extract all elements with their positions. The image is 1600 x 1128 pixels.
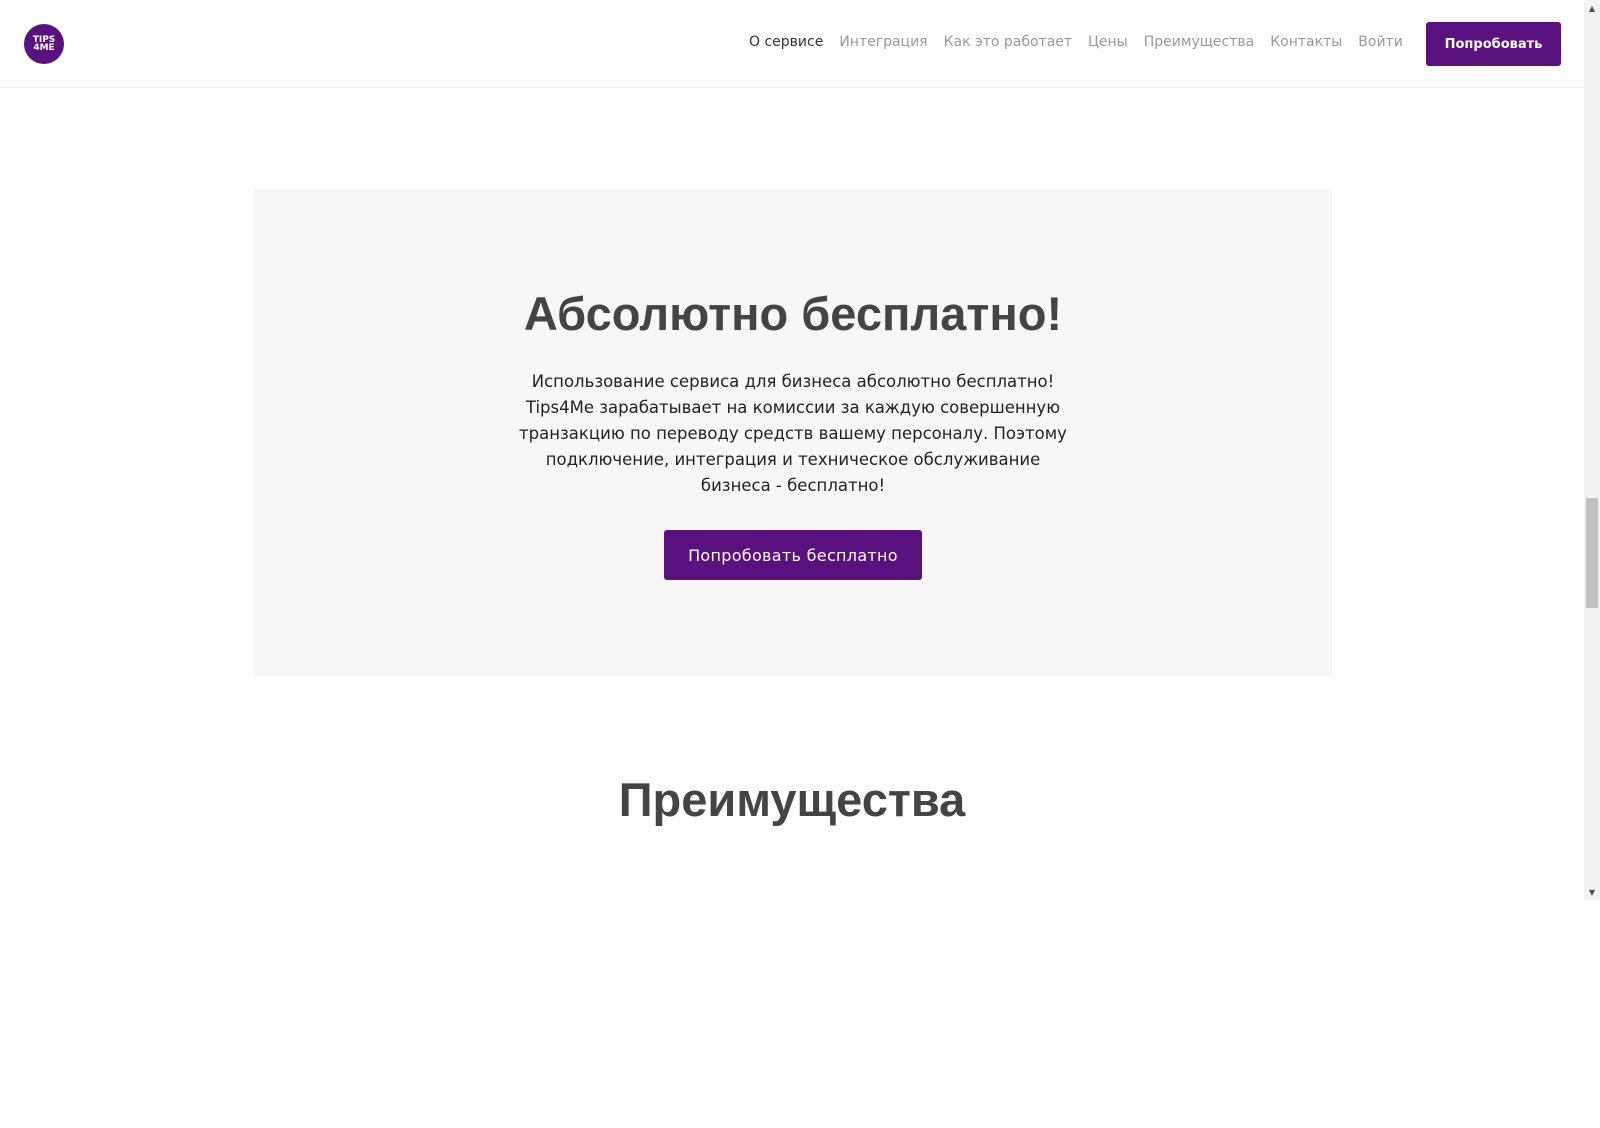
- logo[interactable]: TIPS 4ME: [24, 24, 64, 64]
- nav-item-advantages[interactable]: Преимущества: [1144, 34, 1254, 50]
- nav-item-login[interactable]: Войти: [1358, 34, 1403, 50]
- free-section-text: Использование сервиса для бизнеса абсолю…: [519, 372, 1067, 495]
- page-viewport: TIPS 4ME О сервисе Интеграция Как это ра…: [0, 0, 1584, 900]
- nav-item-how-it-works[interactable]: Как это работает: [944, 34, 1072, 50]
- arrow-up-icon[interactable]: ▲: [1584, 0, 1600, 16]
- nav-item-about[interactable]: О сервисе: [749, 34, 823, 50]
- free-section: Абсолютно бесплатно! Использование серви…: [254, 189, 1332, 676]
- try-free-button[interactable]: Попробовать бесплатно: [664, 530, 922, 580]
- scrollbar-thumb[interactable]: [1586, 498, 1598, 608]
- logo-line-2: 4ME: [33, 43, 55, 53]
- free-section-title: Абсолютно бесплатно!: [523, 287, 1063, 340]
- nav-item-integration[interactable]: Интеграция: [839, 34, 927, 50]
- vertical-scrollbar[interactable]: ▲ ▼: [1584, 0, 1600, 900]
- arrow-down-icon[interactable]: ▼: [1584, 884, 1600, 900]
- nav-item-contacts[interactable]: Контакты: [1270, 34, 1342, 50]
- advantages-title: Преимущества: [618, 773, 966, 826]
- try-button[interactable]: Попробовать: [1426, 22, 1561, 66]
- main-nav: О сервисе Интеграция Как это работает Це…: [749, 34, 1419, 50]
- site-header: TIPS 4ME О сервисе Интеграция Как это ра…: [0, 0, 1584, 88]
- nav-item-prices[interactable]: Цены: [1088, 34, 1128, 50]
